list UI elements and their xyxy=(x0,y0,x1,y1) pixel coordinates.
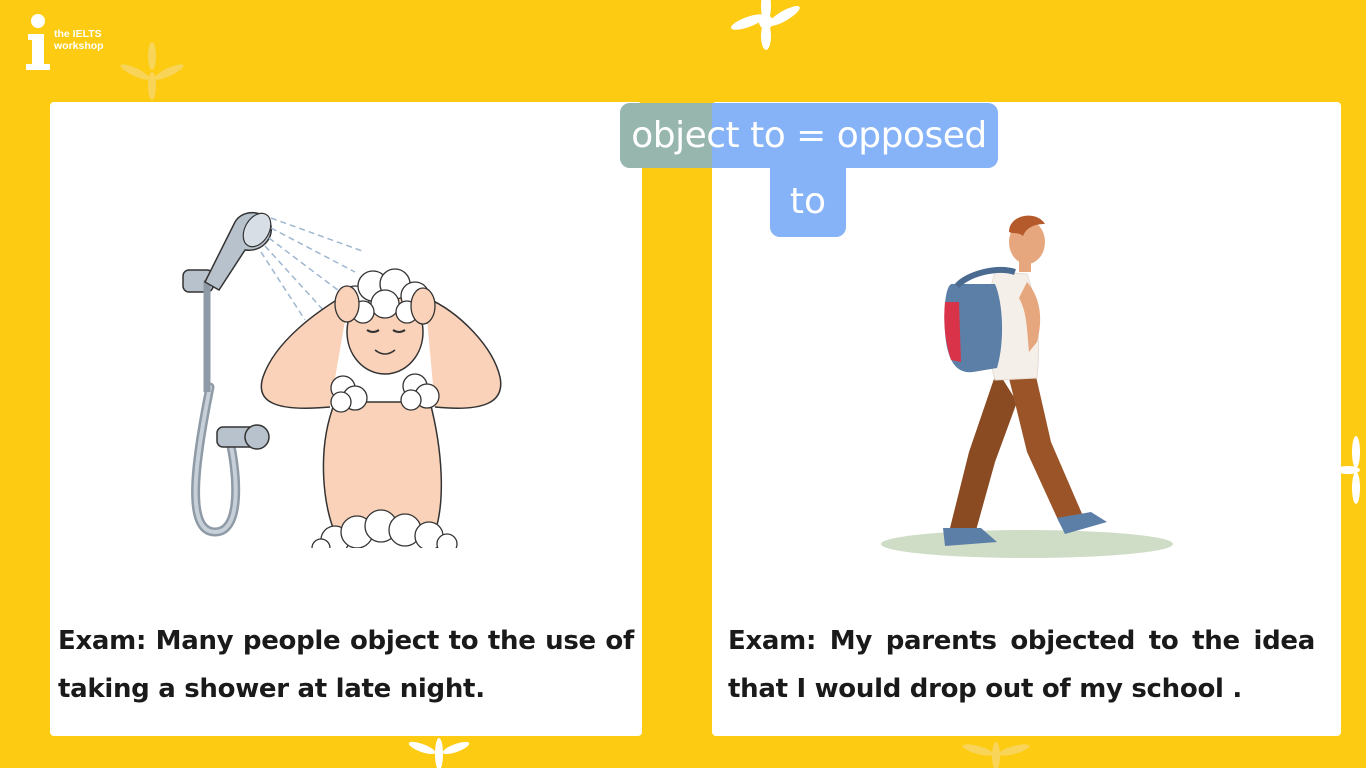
logo-workshop: workshop xyxy=(54,40,104,52)
example-card-shower: Exam: Many people object to the use of t… xyxy=(50,102,642,736)
definition-note-line2: to xyxy=(789,180,827,222)
student-walking-illustration xyxy=(881,215,1173,558)
star-decoration-icon xyxy=(1338,436,1360,504)
star-decoration-icon xyxy=(962,742,1030,768)
ielts-workshop-logo: the IELTS workshop xyxy=(22,12,122,74)
star-decoration-icon xyxy=(120,42,184,100)
logo-ielts: IELTS xyxy=(72,28,102,40)
example-caption-student: Exam: My parents objected to the idea th… xyxy=(728,626,1315,704)
star-decoration-icon xyxy=(730,0,800,50)
logo-text: the IELTS workshop xyxy=(54,28,104,52)
logo-the: the xyxy=(54,28,70,40)
person-showering-illustration xyxy=(182,212,502,562)
example-caption-shower: Exam: Many people object to the use of t… xyxy=(58,626,634,704)
star-decoration-icon xyxy=(408,738,470,768)
logo-i-icon xyxy=(26,14,50,70)
definition-note-line1: object to = opposed xyxy=(631,115,987,156)
definition-note-line2-box: to xyxy=(770,165,846,237)
definition-note-line1-box: object to = opposed xyxy=(620,103,998,168)
